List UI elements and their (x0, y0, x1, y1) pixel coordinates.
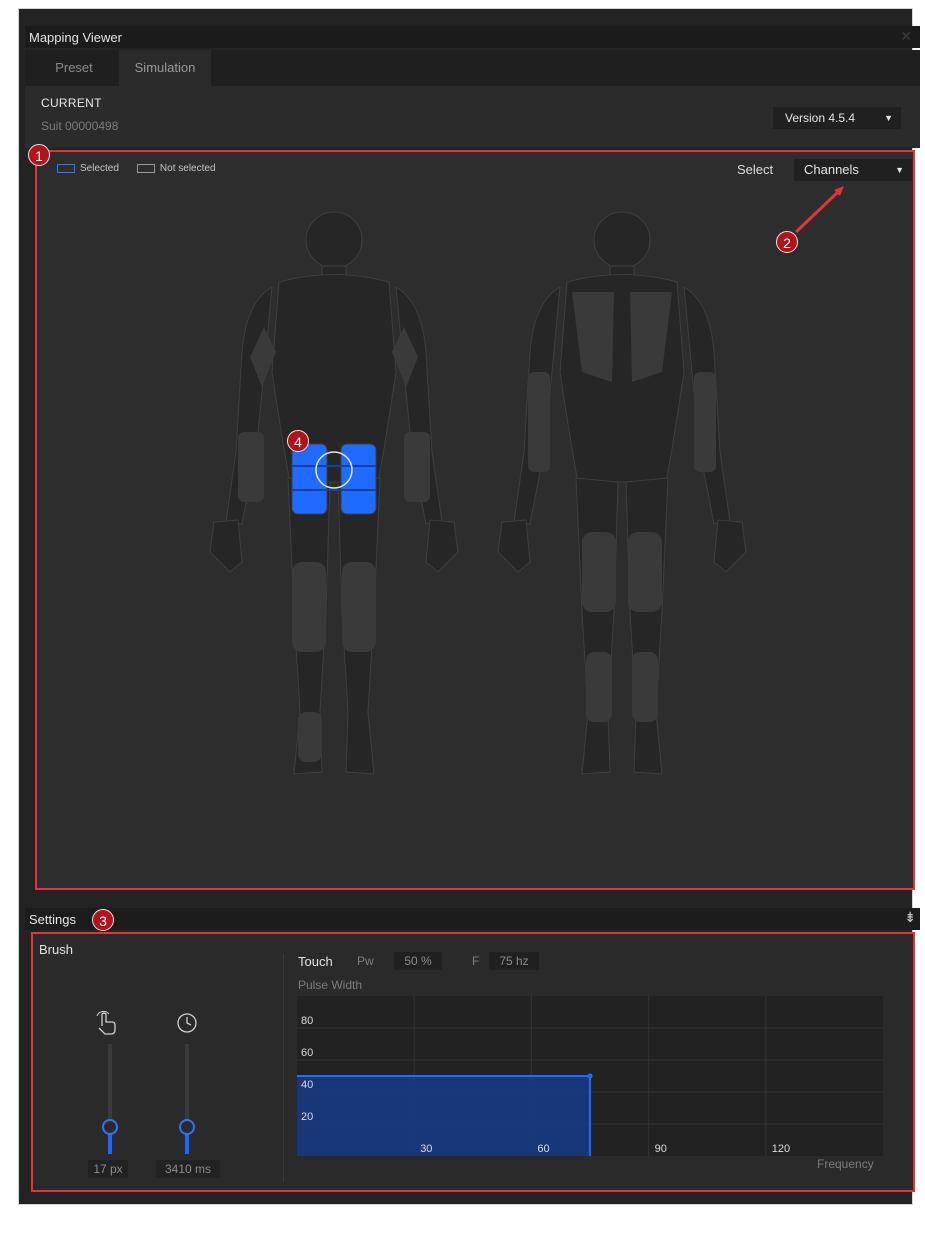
settings-title: Settings (29, 912, 76, 927)
y-tick-label: 20 (301, 1111, 313, 1123)
size-slider-knob[interactable] (102, 1118, 118, 1135)
front-figure (209, 211, 459, 775)
settings-divider (283, 954, 284, 1182)
back-figure (497, 211, 747, 775)
y-tick-label: 80 (301, 1015, 313, 1027)
settings-panel: Brush 17 px 3410 ms Touch Pw 50 % F 75 h… (31, 932, 915, 1192)
touch-label: Touch (298, 954, 333, 969)
x-tick-label: 90 (655, 1143, 667, 1155)
f-value: 75 hz (489, 952, 539, 970)
version-dropdown[interactable]: Version 4.5.4 ▼ (773, 107, 901, 129)
close-icon[interactable]: ✕ (900, 28, 912, 45)
tab-preset[interactable]: Preset (29, 50, 119, 86)
y-tick-label: 60 (301, 1047, 313, 1059)
collapse-icon[interactable]: ⇟ (904, 909, 916, 926)
annotation-badge-2: 2 (776, 231, 798, 253)
body-figures (209, 211, 747, 775)
current-panel: CURRENT Suit 00000498 Version 4.5.4 ▼ (25, 86, 920, 148)
body-map-viewer: Selected Not selected Select Channels ▼ (35, 150, 915, 890)
annotation-badge-1: 1 (28, 144, 50, 166)
touch-hand-icon (96, 1010, 116, 1035)
current-heading: CURRENT (41, 96, 102, 110)
tab-simulation[interactable]: Simulation (119, 50, 211, 86)
version-value: Version 4.5.4 (785, 111, 856, 125)
window-title: Mapping Viewer (29, 30, 122, 45)
pulse-frequency-chart[interactable]: 20 40 60 80 30 60 90 120 (297, 996, 883, 1176)
clock-icon (177, 1013, 197, 1033)
title-bar: Mapping Viewer ✕ (25, 26, 920, 48)
pw-value: 50 % (394, 952, 442, 970)
x-tick-label: 30 (420, 1143, 432, 1155)
pw-label: Pw (357, 954, 374, 968)
size-value: 17 px (88, 1160, 128, 1178)
f-label: F (472, 954, 480, 968)
x-tick-label: 60 (537, 1143, 549, 1155)
suit-id: Suit 00000498 (41, 119, 119, 133)
x-tick-label: 120 (772, 1143, 790, 1155)
settings-header: Settings ⇟ (25, 908, 920, 930)
time-value: 3410 ms (156, 1160, 220, 1178)
annotation-badge-4: 4 (287, 430, 309, 452)
frequency-label: Frequency (817, 1157, 874, 1171)
time-slider-knob[interactable] (179, 1118, 195, 1135)
brush-label: Brush (39, 942, 73, 957)
annotation-badge-3: 3 (92, 909, 114, 931)
pulse-width-label: Pulse Width (298, 978, 363, 992)
chevron-down-icon: ▼ (884, 113, 893, 123)
pulse-width-point (587, 1073, 593, 1079)
tab-bar: Preset Simulation (25, 50, 920, 86)
y-tick-label: 40 (301, 1079, 313, 1091)
